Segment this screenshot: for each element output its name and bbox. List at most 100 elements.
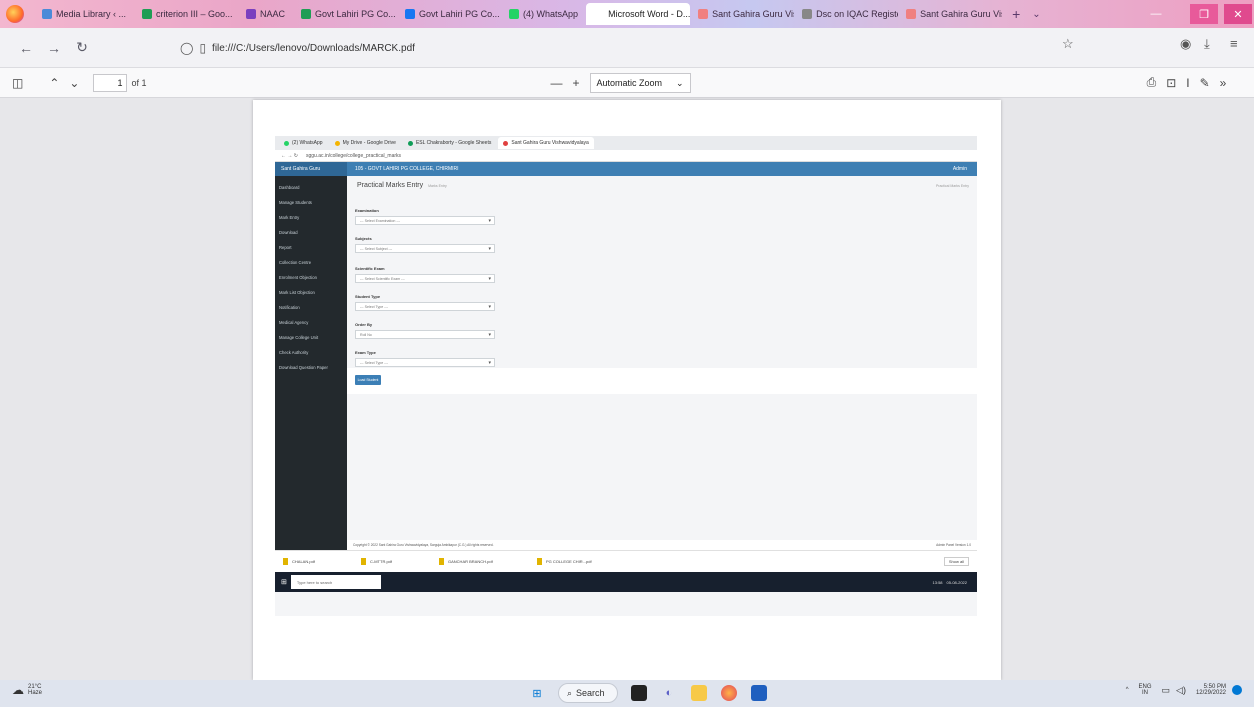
zoom-out-icon[interactable]: — [550,76,562,90]
new-tab-icon[interactable]: + [1012,6,1020,22]
subject-group: Subjects --- Select Subject --- [355,236,495,253]
browser-tab[interactable]: Media Library ‹ ... [34,3,134,25]
chat-icon[interactable]: ◐ [661,685,677,701]
language-indicator[interactable]: ENG IN [1139,684,1152,696]
inner-sidebar-item: Enrolment Objection [279,275,317,280]
browser-tab[interactable]: Govt Lahiri PG Co... [293,3,397,25]
examination-select: --- Select Examination --- [355,216,495,225]
notification-icon[interactable] [1232,685,1242,695]
print-icon[interactable]: ⎙ [1147,75,1157,90]
show-all-button: Show all [943,557,969,566]
pocket-icon[interactable]: ◉ [1180,36,1191,52]
page-title: Practical Marks Entry Marks Entry [357,182,447,189]
browser-tab[interactable]: Sant Gahira Guru Vis... [898,3,1002,25]
windows-start-icon[interactable]: ⊞ [529,685,545,701]
word-taskbar-icon[interactable] [751,685,767,701]
task-view-icon[interactable] [631,685,647,701]
zoom-value: Automatic Zoom [596,77,663,88]
text-tool-icon[interactable]: I [1186,76,1189,90]
minimize-icon[interactable]: — [1142,4,1170,24]
zoom-select[interactable]: Automatic Zoom ⌄ [589,72,691,93]
bookmark-star-icon[interactable]: ☆ [1062,36,1074,52]
volume-icon[interactable]: ◁) [1176,685,1186,696]
browser-tab-strip: Media Library ‹ ... criterion III – Goo..… [0,0,1254,28]
forward-icon[interactable]: → [42,36,66,60]
weather-widget[interactable]: ☁ 21°C Haze [12,683,42,697]
browser-tab[interactable]: Microsoft Word - D...✕ [586,3,691,25]
tab-favicon-icon [301,9,312,19]
inner-sidebar-item: Manage Students [279,200,312,205]
browser-tab[interactable]: NAAC [238,3,293,25]
clock[interactable]: 5:50 PM 12/29/2022 [1196,684,1226,696]
inner-tab: Sant Gahira Guru Vishwavidyalaya [498,137,594,149]
url-text: file:///C:/Users/lenovo/Downloads/MARCK.… [212,42,415,54]
back-icon[interactable]: ← [14,36,38,60]
browser-tab[interactable]: (4) WhatsApp [501,3,586,25]
downloads-icon[interactable]: ⤓ [1204,36,1210,52]
inner-sidebar-item: Check Authority [279,350,309,355]
shield-icon: ◯ [180,41,194,55]
download-name: C-MTTR.pdf [370,559,392,564]
inner-sidebar-item: Notification [279,305,300,310]
student-type-label: Student Type [355,294,381,299]
chevron-down-icon: ⌄ [676,77,684,88]
pdf-file-icon [537,558,542,565]
inner-footer: Copyright © 2022 Sant Gahira Guru Vishwa… [347,540,977,550]
subject-select: --- Select Subject --- [355,244,495,253]
inner-sidebar-item: Dashboard [279,185,300,190]
inner-sidebar-item: Manage College Unit [279,335,319,340]
next-page-icon[interactable]: ⌄ [69,76,79,90]
file-explorer-icon[interactable] [691,685,707,701]
reload-icon[interactable]: ↻ [70,36,94,60]
tab-favicon-icon [42,9,52,19]
more-tools-icon[interactable]: » [1220,76,1227,90]
taskbar-search[interactable]: ⌕ Search [558,683,618,703]
inner-search-box: Type here to search [290,575,381,589]
inner-sidebar-item: Download [279,230,298,235]
browser-tab[interactable]: Govt Lahiri PG Co... [397,3,501,25]
show-hidden-icons[interactable]: ^ [1126,687,1129,693]
browser-tab[interactable]: criterion III – Goo... [134,3,238,25]
sidebar-toggle-icon[interactable]: ◫ [12,76,23,90]
previous-page-icon[interactable]: ⌃ [49,76,59,90]
maximize-icon[interactable]: ❐ [1190,4,1218,24]
tab-favicon-icon [698,9,709,19]
taskbar-apps: ⊞ ⌕ Search ◐ [522,683,774,703]
page-number-input[interactable]: 1 [93,73,128,92]
inner-tab-label: My Drive - Google Drive [342,140,396,146]
browser-tab-label: Govt Lahiri PG Co... [419,9,500,19]
browser-tab-label: Media Library ‹ ... [56,9,127,19]
url-bar[interactable]: ◯ ▯ file:///C:/Users/lenovo/Downloads/MA… [180,36,1060,60]
inner-url-bar: ← → ↻ sggu.ac.in/college/college_practic… [275,150,977,162]
examination-group: Examination --- Select Examination --- [355,208,495,225]
drive-icon [334,140,340,146]
zoom-in-icon[interactable]: + [572,76,579,90]
scientific-exam-group: Scientific Exam --- Select Scientific Ex… [355,266,495,283]
windows-taskbar: ☁ 21°C Haze ⊞ ⌕ Search ◐ ^ ENG IN ▭ ◁) 5… [0,680,1254,707]
pdf-toolbar: ◫ ⌃ ⌄ 1 of 1 — + Automatic Zoom ⌄ ⎙ ⊡ I … [0,68,1254,98]
draw-tool-icon[interactable]: ✎ [1200,76,1210,90]
inner-sidebar-item: Mark List Objection [279,290,315,295]
inner-sidebar: Dashboard Manage Students Mark Entry Downlo… [275,176,347,550]
site-icon [503,140,509,146]
browser-tab[interactable]: Dsc on IQAC Register [794,3,898,25]
inner-sidebar-item: Download Question Paper [279,365,328,370]
close-icon[interactable]: ✕ [1224,4,1252,24]
inner-sidebar-item: Collection Centre [279,260,312,265]
sheets-icon [407,140,413,146]
inner-sidebar-item: Mark Entry [279,215,300,220]
pdf-file-icon [439,558,444,565]
save-icon[interactable]: ⊡ [1166,76,1176,90]
network-icon[interactable]: ▭ [1162,685,1171,696]
browser-tab-label: NAAC [260,9,286,19]
menu-icon[interactable]: ≡ [1230,36,1238,51]
embedded-screenshot: (2) WhatsApp My Drive - Google Drive ESL… [275,136,977,616]
inner-tab-label: ESL Chakraborty - Google Sheets [415,140,492,146]
browser-tab[interactable]: Sant Gahira Guru Vis... [690,3,794,25]
inner-date: 05-08-2022 [946,579,967,585]
load-student-button: Load Student [355,375,381,385]
tab-list-chevron-icon[interactable]: ⌄ [1032,9,1040,20]
order-by-group: Order By Roll No [355,322,495,339]
scientific-exam-select: --- Select Scientific Exam --- [355,274,495,283]
firefox-taskbar-icon[interactable] [721,685,737,701]
